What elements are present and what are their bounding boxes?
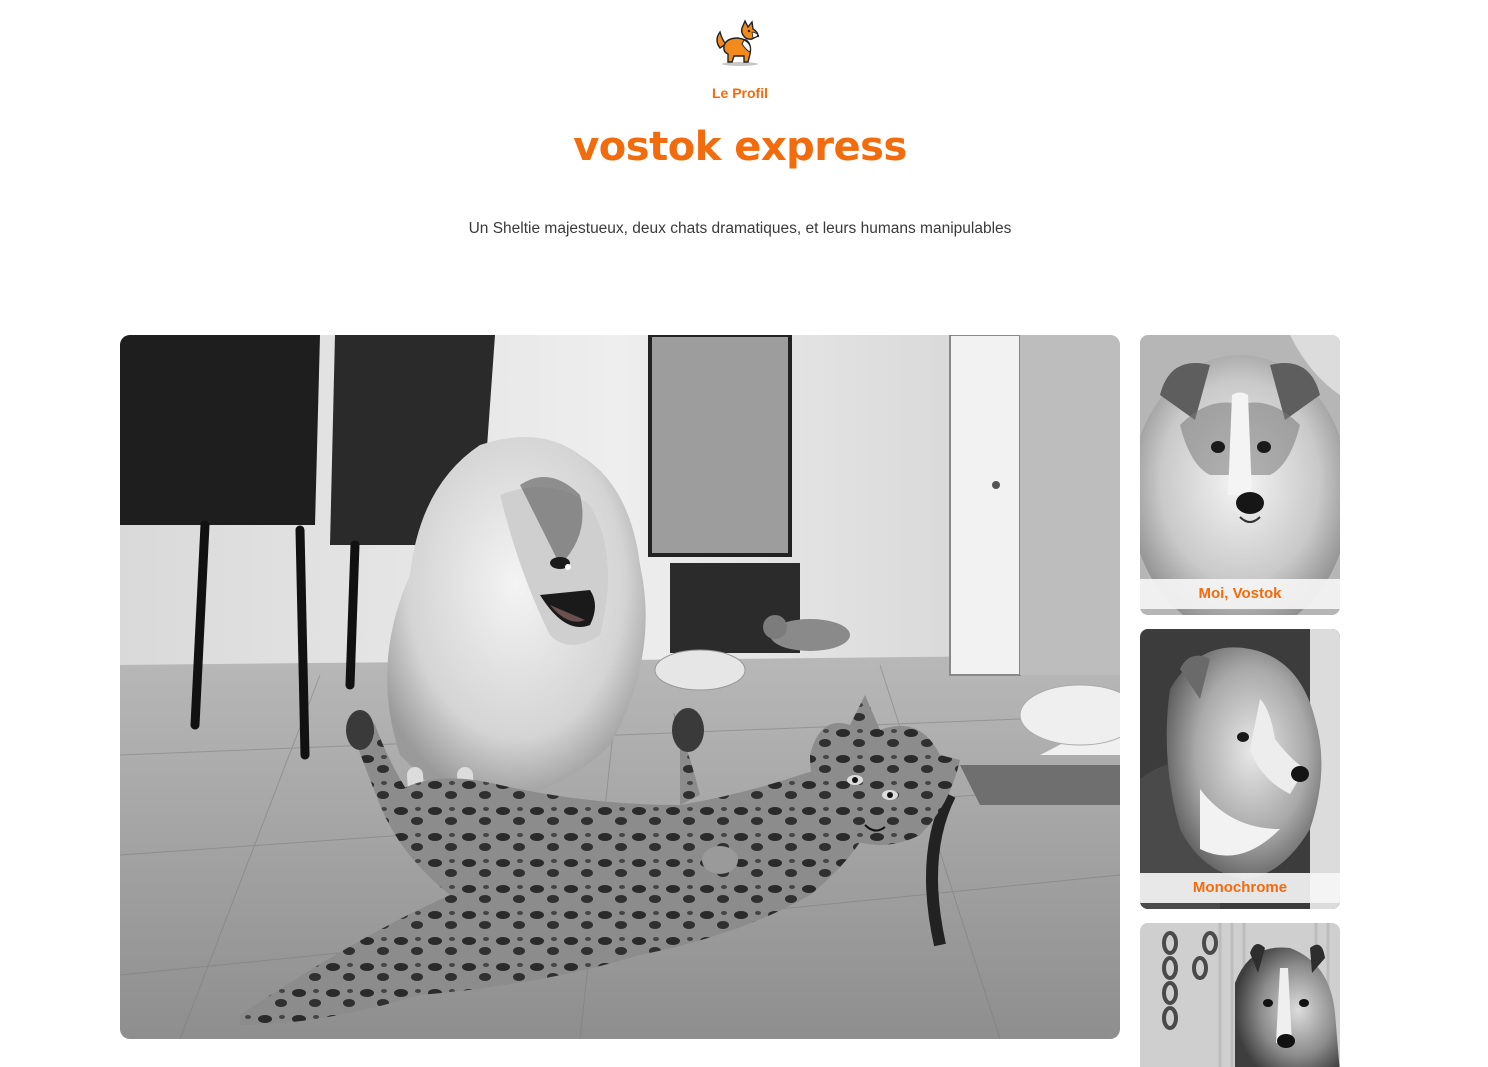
thumbnail-caption: Monochrome	[1140, 873, 1340, 903]
thumbnail-caption: Moi, Vostok	[1140, 579, 1340, 609]
tagline: Un Sheltie majestueux, deux chats dramat…	[468, 220, 1012, 237]
thumbnail-puppy[interactable]: Moi, Vostok	[1140, 335, 1340, 615]
page: Le Profil vostok express Un Sheltie maje…	[0, 0, 1488, 1067]
thumbnail-monochrome[interactable]: Monochrome	[1140, 629, 1340, 909]
sheltie-logo-icon[interactable]	[712, 18, 768, 68]
nav-link-profil[interactable]: Le Profil	[0, 85, 1480, 101]
hero-photo[interactable]	[120, 335, 1120, 1039]
thumbnail-swing[interactable]	[1140, 923, 1340, 1067]
site-title[interactable]: vostok express	[0, 124, 1480, 170]
